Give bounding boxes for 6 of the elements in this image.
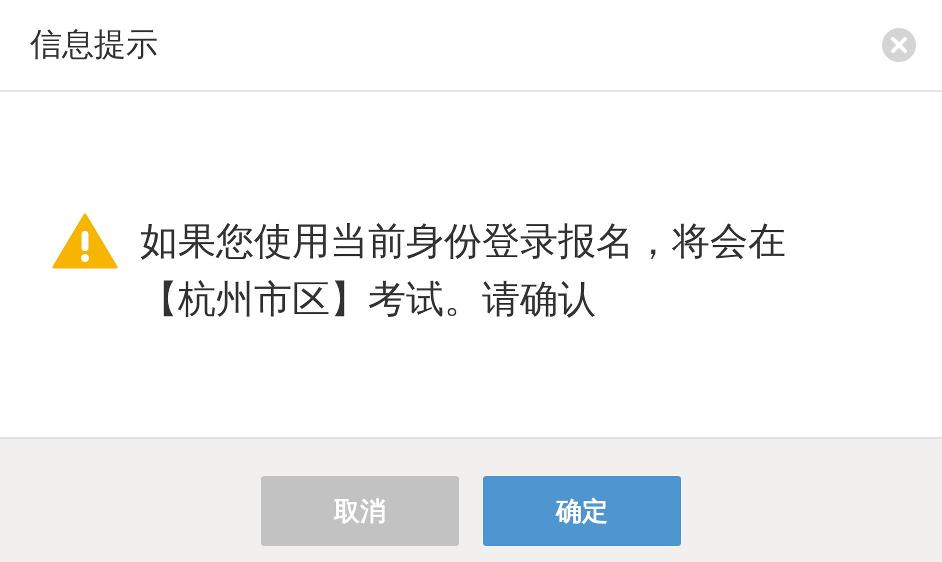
warning-icon — [52, 213, 118, 269]
confirm-button[interactable]: 确定 — [483, 476, 681, 546]
dialog-title: 信息提示 — [30, 24, 158, 65]
close-icon[interactable] — [882, 28, 916, 62]
cancel-button[interactable]: 取消 — [261, 476, 459, 546]
message-text: 如果您使用当前身份登录报名，将会在【杭州市区】考试。请确认 — [140, 218, 787, 323]
